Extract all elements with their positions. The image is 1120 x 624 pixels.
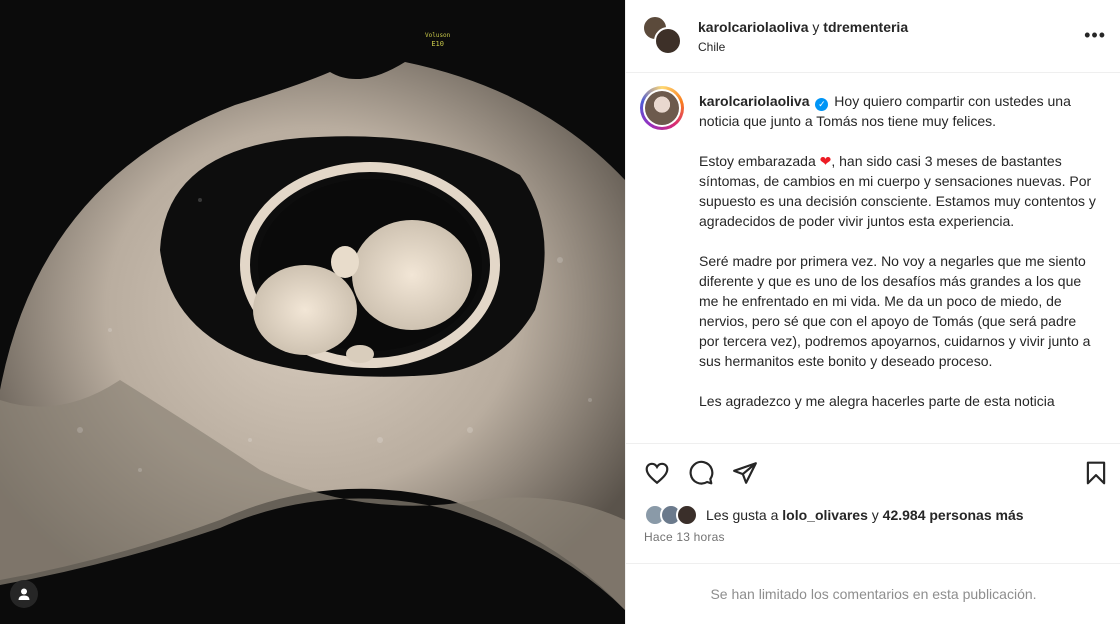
post-image[interactable]: Voluson E10 bbox=[0, 0, 625, 624]
post-actions: Les gusta a lolo_olivares y 42.984 perso… bbox=[626, 443, 1120, 563]
scanner-label: Voluson E10 bbox=[425, 32, 450, 48]
likes-summary: Les gusta a lolo_olivares y 42.984 perso… bbox=[644, 504, 1024, 526]
avatar[interactable] bbox=[676, 504, 698, 526]
likes-count-link[interactable]: 42.984 personas más bbox=[883, 507, 1024, 523]
more-options-button[interactable]: ••• bbox=[1084, 26, 1106, 44]
caption-avatar[interactable] bbox=[640, 86, 684, 130]
ultrasound-image bbox=[0, 0, 625, 624]
scanner-brand: Voluson bbox=[425, 32, 451, 39]
collab-avatars[interactable] bbox=[642, 15, 684, 57]
send-icon bbox=[733, 462, 757, 484]
caption-username[interactable]: karolcariolaoliva bbox=[699, 93, 810, 109]
verified-badge-icon: ✓ bbox=[815, 98, 829, 111]
comment-icon bbox=[689, 460, 714, 485]
heart-icon bbox=[645, 462, 669, 485]
caption-paragraph: Les agradezco y me alegra hacerles parte… bbox=[699, 393, 1055, 409]
post-caption: karolcariolaoliva ✓ Hoy quiero compartir… bbox=[699, 91, 1099, 431]
caption-paragraph: Seré madre por primera vez. No voy a neg… bbox=[699, 253, 1091, 369]
post-header: karolcariolaoliva y tdrementeria Chile •… bbox=[626, 0, 1120, 73]
bookmark-icon bbox=[1086, 461, 1106, 485]
comment-button[interactable] bbox=[688, 460, 714, 486]
share-button[interactable] bbox=[732, 460, 758, 486]
likes-prefix: Les gusta a bbox=[706, 507, 779, 523]
author-joiner: y bbox=[812, 18, 820, 35]
avatar bbox=[645, 91, 679, 125]
likes-joiner: y bbox=[871, 507, 879, 523]
caption-scroll-area[interactable]: karolcariolaoliva ✓ Hoy quiero compartir… bbox=[626, 74, 1120, 443]
author-link[interactable]: tdrementeria bbox=[823, 19, 908, 35]
more-horizontal-icon: ••• bbox=[1084, 25, 1106, 45]
red-heart-emoji: ❤ bbox=[819, 153, 832, 169]
author-link[interactable]: karolcariolaoliva bbox=[698, 19, 809, 35]
post-authors: karolcariolaoliva y tdrementeria bbox=[698, 19, 908, 35]
like-button[interactable] bbox=[644, 460, 670, 486]
user-tag-icon bbox=[18, 588, 30, 600]
post-timestamp[interactable]: Hace 13 horas bbox=[644, 530, 725, 544]
liker-username[interactable]: lolo_olivares bbox=[782, 507, 868, 523]
post-details-panel: karolcariolaoliva y tdrementeria Chile •… bbox=[625, 0, 1120, 624]
user-tag-button[interactable] bbox=[10, 580, 38, 608]
comments-limited-notice: Se han limitado los comentarios en esta … bbox=[626, 563, 1120, 624]
caption-text: Estoy embarazada bbox=[699, 153, 816, 169]
save-button[interactable] bbox=[1083, 460, 1109, 486]
post-location[interactable]: Chile bbox=[698, 40, 908, 54]
avatar bbox=[654, 27, 682, 55]
scanner-model: E10 bbox=[431, 40, 444, 48]
